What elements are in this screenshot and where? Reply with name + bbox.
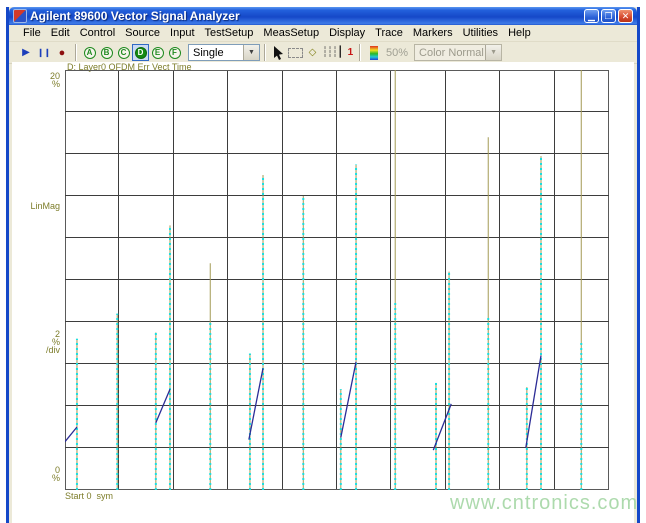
menu-item-help[interactable]: Help bbox=[503, 26, 536, 40]
menu-item-meassetup[interactable]: MeasSetup bbox=[258, 26, 324, 40]
app-window: Agilent 89600 Vector Signal Analyzer ▁ ❐… bbox=[6, 7, 640, 523]
trace-letter: E bbox=[151, 46, 164, 59]
y-axis-top-label: 20 % bbox=[49, 71, 60, 89]
trace-letter: B bbox=[100, 46, 113, 59]
trace-segment bbox=[248, 368, 264, 440]
trace-button-e[interactable]: E bbox=[149, 44, 166, 61]
toolbar-separator bbox=[264, 44, 266, 61]
menu-item-utilities[interactable]: Utilities bbox=[458, 26, 503, 40]
record-icon: ● bbox=[58, 46, 66, 59]
trace-letter: F bbox=[168, 46, 181, 59]
x-axis-label: Start 0 sym bbox=[65, 491, 114, 501]
zoom-rectangle-button[interactable] bbox=[287, 44, 304, 61]
menu-item-display[interactable]: Display bbox=[324, 26, 370, 40]
chevron-down-icon[interactable]: ▼ bbox=[243, 45, 259, 60]
chart-area: D: Layer0 OFDM Err Vect Time 20 % LinMag… bbox=[12, 62, 637, 523]
trace-segment bbox=[340, 361, 357, 438]
maximize-button-icon[interactable]: ❐ bbox=[601, 9, 616, 23]
selection-rectangle-icon bbox=[288, 47, 303, 58]
menu-item-input[interactable]: Input bbox=[165, 26, 199, 40]
trace-button-c[interactable]: C bbox=[115, 44, 132, 61]
title-bar[interactable]: Agilent 89600 Vector Signal Analyzer ▁ ❐… bbox=[9, 7, 637, 25]
record-button[interactable]: ● bbox=[53, 44, 71, 61]
menu-item-edit[interactable]: Edit bbox=[46, 26, 75, 40]
y-axis-scale-label: LinMag bbox=[30, 201, 60, 211]
minimize-button-icon[interactable]: ▁ bbox=[584, 9, 599, 23]
trace-segment bbox=[65, 426, 78, 443]
color-gradient-icon bbox=[369, 45, 378, 60]
marker-number: 1 bbox=[347, 47, 354, 58]
plot-svg[interactable] bbox=[65, 70, 609, 490]
window-title: Agilent 89600 Vector Signal Analyzer bbox=[30, 9, 240, 23]
toolbar: ▶ ❙❙ ● ABCDEF Single ▼ ◇ ┆┆┆ ▏ 1 50% Col… bbox=[9, 42, 637, 64]
menu-item-testsetup[interactable]: TestSetup bbox=[200, 26, 259, 40]
trace-button-b[interactable]: B bbox=[98, 44, 115, 61]
marker-shape-button[interactable]: ◇ bbox=[304, 44, 321, 61]
trace-button-a[interactable]: A bbox=[81, 44, 98, 61]
sweep-mode-combobox[interactable]: Single ▼ bbox=[188, 44, 260, 61]
y-axis-per-div-label: 2 % /div bbox=[45, 329, 60, 355]
play-button[interactable]: ▶ bbox=[17, 44, 35, 61]
watermark: www.cntronics.com bbox=[450, 492, 639, 514]
trace-letter: C bbox=[117, 46, 130, 59]
pause-icon: ❙❙ bbox=[37, 48, 51, 57]
diamond-icon: ◇ bbox=[308, 47, 317, 58]
trace-segment bbox=[525, 355, 542, 449]
trace-button-f[interactable]: F bbox=[166, 44, 183, 61]
trace-letter: A bbox=[83, 46, 96, 59]
color-mode-combobox[interactable]: Color Normal ▼ bbox=[414, 44, 503, 61]
menu-item-control[interactable]: Control bbox=[75, 26, 120, 40]
menu-item-file[interactable]: File bbox=[18, 26, 46, 40]
menu-item-source[interactable]: Source bbox=[120, 26, 165, 40]
sweep-mode-value: Single bbox=[193, 46, 224, 59]
color-mode-value: Color Normal bbox=[419, 46, 484, 59]
zoom-level-label: 50% bbox=[386, 46, 409, 59]
toolbar-separator bbox=[359, 44, 361, 61]
menu-item-trace[interactable]: Trace bbox=[370, 26, 408, 40]
y-axis-bottom-label: 0 % bbox=[51, 465, 60, 483]
select-pointer-button[interactable] bbox=[270, 44, 287, 61]
menu-bar: File Edit Control Source Input TestSetup MeasS… bbox=[9, 25, 637, 42]
pointer-icon bbox=[274, 45, 283, 60]
vertical-lines-icon: ┆┆┆ bbox=[321, 47, 338, 58]
toolbar-separator bbox=[75, 44, 77, 61]
pause-button[interactable]: ❙❙ bbox=[35, 44, 53, 61]
trace-button-d[interactable]: D bbox=[132, 44, 149, 61]
marker-one-button[interactable]: ▏ 1 bbox=[338, 44, 355, 61]
close-button-icon[interactable]: ✕ bbox=[618, 9, 633, 23]
menu-item-markers[interactable]: Markers bbox=[408, 26, 458, 40]
play-icon: ▶ bbox=[22, 47, 30, 58]
chevron-down-icon[interactable]: ▼ bbox=[485, 45, 502, 60]
trace-letter: D bbox=[134, 46, 147, 59]
color-scale-button[interactable] bbox=[365, 44, 382, 61]
marker-icon: ▏ bbox=[339, 47, 348, 58]
app-icon bbox=[13, 9, 27, 23]
band-markers-button[interactable]: ┆┆┆ bbox=[321, 44, 338, 61]
